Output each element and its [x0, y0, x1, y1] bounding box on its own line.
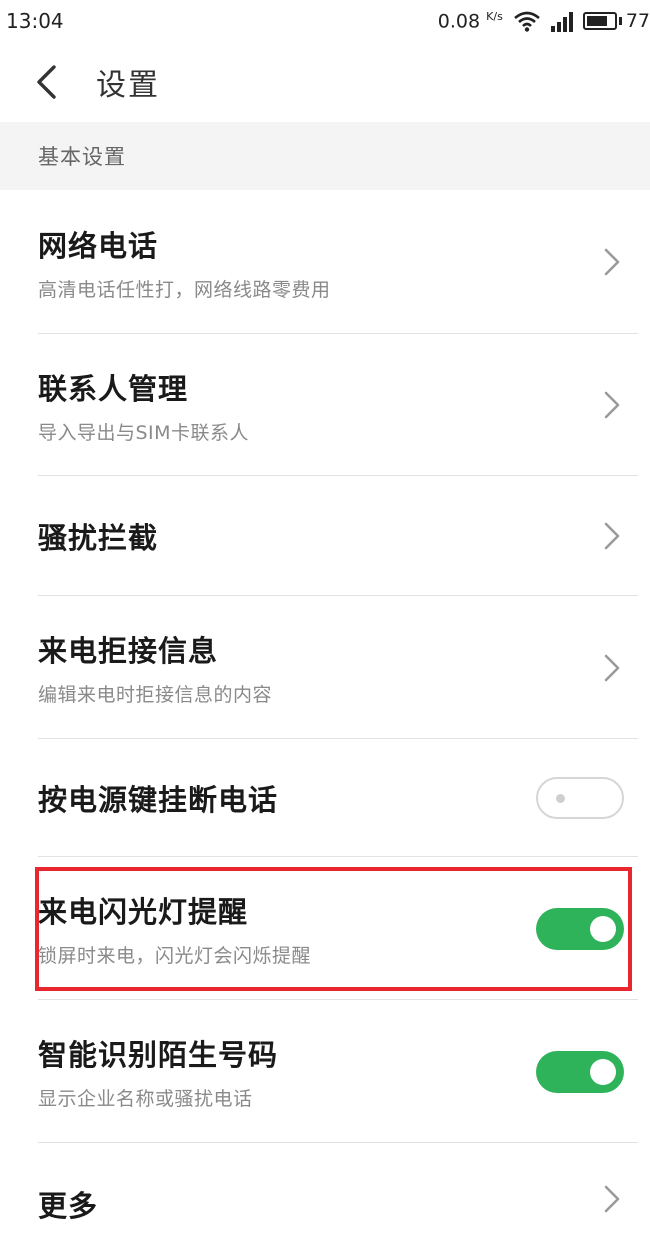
status-icons: 0.08 K/s 77	[438, 10, 650, 32]
item-title: 来电闪光灯提醒	[38, 895, 249, 929]
settings-item-block[interactable]: 骚扰拦截	[0, 476, 650, 596]
page-title: 设置	[96, 68, 160, 103]
chevron-left-icon	[37, 65, 56, 99]
item-title: 按电源键挂断电话	[38, 783, 279, 817]
settings-item-power-hangup[interactable]: 按电源键挂断电话	[0, 739, 650, 857]
item-subtitle: 导入导出与SIM卡联系人	[38, 421, 250, 444]
settings-item-smart-identify[interactable]: 智能识别陌生号码 显示企业名称或骚扰电话	[0, 1000, 650, 1143]
title-bar: 设置	[0, 42, 650, 122]
chevron-right-icon	[604, 522, 620, 550]
item-title: 更多	[38, 1189, 99, 1223]
item-subtitle: 编辑来电时拒接信息的内容	[38, 684, 273, 706]
status-time: 13:04	[6, 9, 64, 33]
item-title: 联系人管理	[38, 371, 189, 406]
section-header: 基本设置	[0, 122, 650, 190]
item-subtitle: 高清电话任性打，网络线路零费用	[38, 278, 331, 301]
chevron-right-icon	[604, 391, 620, 419]
settings-item-contacts[interactable]: 联系人管理 导入导出与SIM卡联系人	[0, 334, 650, 476]
battery-percent: 77	[625, 9, 650, 32]
item-title: 网络电话	[38, 228, 159, 263]
settings-list: 网络电话 高清电话任性打，网络线路零费用 联系人管理 导入导出与SIM卡联系人 …	[0, 190, 650, 1253]
chevron-right-icon	[604, 654, 620, 681]
settings-item-reject-message[interactable]: 来电拒接信息 编辑来电时拒接信息的内容	[0, 596, 650, 739]
flash-alert-toggle[interactable]	[536, 907, 624, 950]
wifi-icon	[513, 11, 540, 32]
power-hangup-toggle[interactable]	[536, 777, 624, 819]
item-title: 来电拒接信息	[38, 634, 219, 668]
item-subtitle: 锁屏时来电，闪光灯会闪烁提醒	[38, 945, 312, 967]
item-title: 智能识别陌生号码	[38, 1038, 279, 1072]
signal-icon	[550, 10, 573, 32]
settings-item-more[interactable]: 更多	[0, 1143, 650, 1253]
settings-item-network-call[interactable]: 网络电话 高清电话任性打，网络线路零费用	[0, 190, 650, 334]
battery-icon: 77	[582, 9, 650, 32]
item-title: 骚扰拦截	[38, 521, 159, 555]
chevron-right-icon	[604, 248, 620, 276]
network-speed: 0.08 K/s	[437, 9, 503, 33]
status-bar: 13:04 0.08 K/s 77	[0, 0, 650, 42]
settings-item-flash-alert[interactable]: 来电闪光灯提醒 锁屏时来电，闪光灯会闪烁提醒	[0, 857, 650, 1000]
back-button[interactable]	[16, 42, 76, 122]
item-subtitle: 显示企业名称或骚扰电话	[38, 1088, 253, 1110]
smart-identify-toggle[interactable]	[536, 1050, 624, 1093]
chevron-right-icon	[604, 1185, 620, 1213]
